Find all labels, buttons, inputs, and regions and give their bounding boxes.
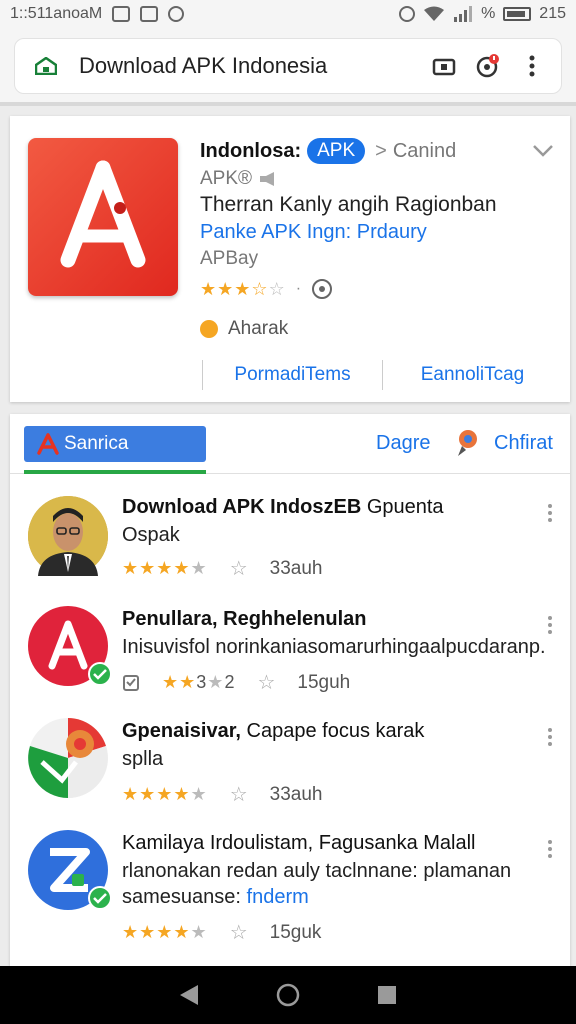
item-title: Penullara, Reghhelenulan bbox=[122, 608, 367, 630]
avatar[interactable] bbox=[28, 496, 108, 576]
chevron-down-icon[interactable] bbox=[532, 144, 554, 163]
battery-icon bbox=[503, 7, 532, 21]
item-meta: ★★★★★ ☆ 33auh bbox=[122, 782, 322, 807]
avatar[interactable] bbox=[28, 830, 112, 910]
app-category: APBay bbox=[200, 248, 259, 269]
update-alert-icon[interactable] bbox=[475, 53, 501, 79]
star-outline-icon[interactable]: ☆ bbox=[230, 920, 248, 945]
url-text[interactable]: Download APK Indonesia bbox=[79, 53, 327, 79]
app-title-row: Indonlosa: APK > Canind bbox=[200, 138, 456, 164]
tab-dagre[interactable]: Dagre bbox=[376, 432, 430, 455]
address-bar[interactable]: Download APK Indonesia bbox=[14, 38, 562, 94]
map-pin-icon bbox=[454, 428, 482, 463]
avatar[interactable] bbox=[28, 718, 108, 798]
app-logo[interactable] bbox=[28, 138, 178, 296]
rating-stars: ★★★★★ bbox=[122, 784, 208, 804]
item-meta: ★★3★2 ☆ 15guh bbox=[122, 670, 350, 695]
battery-level: 215 bbox=[539, 5, 566, 22]
app-developer-link[interactable]: Panke APK Ingn: Prdaury bbox=[200, 221, 427, 244]
download-count: 15guh bbox=[297, 671, 351, 693]
rating-stars: ★★★☆☆ bbox=[200, 278, 286, 299]
item-title: Gpenaisivar, Capape focus karak bbox=[122, 720, 425, 742]
item-meta: ★★★★★ ☆ 15guk bbox=[122, 920, 321, 945]
list-item[interactable]: Gpenaisivar, Capape focus karak splla ★★… bbox=[10, 710, 570, 822]
item-more-icon[interactable] bbox=[548, 840, 554, 858]
tab-chfirat[interactable]: Chfirat bbox=[494, 432, 553, 455]
status-bar: 1::511anoaM % 215 bbox=[0, 0, 576, 28]
megaphone-icon bbox=[260, 172, 275, 186]
rating-stars: ★★★★★ bbox=[122, 558, 208, 578]
more-menu-icon[interactable] bbox=[519, 53, 545, 79]
apk-badge[interactable]: APK bbox=[307, 138, 366, 164]
wifi-icon bbox=[424, 6, 445, 21]
back-icon[interactable] bbox=[178, 983, 200, 1007]
chevron-right-icon: > bbox=[375, 139, 387, 162]
app-subtitle: APK® bbox=[200, 168, 253, 189]
notification-icon bbox=[112, 6, 131, 22]
app-description: Therran Kanly angih Ragionban bbox=[200, 193, 497, 216]
app-rating: ★★★☆☆ · bbox=[200, 278, 333, 300]
star-outline-icon[interactable]: ☆ bbox=[257, 670, 275, 695]
signal-icon bbox=[454, 6, 473, 22]
link-right[interactable]: EannoliTcag bbox=[383, 364, 562, 386]
item-subtitle: splla bbox=[122, 748, 164, 770]
item-subtitle: Ospak bbox=[122, 524, 180, 546]
item-more-icon[interactable] bbox=[548, 616, 554, 634]
download-count: 33auh bbox=[269, 557, 323, 579]
home-icon[interactable] bbox=[275, 982, 301, 1008]
link-left[interactable]: PormadiTems bbox=[203, 364, 382, 386]
avatar[interactable] bbox=[28, 606, 112, 686]
featured-app-card[interactable]: Indonlosa: APK > Canind APK® Therran Kan… bbox=[10, 116, 570, 402]
photo-notification-icon bbox=[140, 6, 159, 22]
tab-sanrica[interactable]: Sanrica bbox=[24, 426, 206, 462]
alarm-icon bbox=[399, 6, 416, 22]
star-outline-icon[interactable]: ☆ bbox=[230, 782, 248, 807]
app-subtitle-row: APK® bbox=[200, 168, 278, 190]
list-item[interactable]: Penullara, Reghhelenulan Inisuvisfol nor… bbox=[10, 598, 570, 710]
download-count: 15guk bbox=[269, 921, 322, 943]
item-more-icon[interactable] bbox=[548, 728, 554, 746]
rating-stars: ★★3★2 bbox=[162, 672, 236, 692]
app-status: Aharak bbox=[200, 318, 288, 340]
secure-lock-icon bbox=[35, 57, 57, 75]
recents-icon[interactable] bbox=[376, 984, 398, 1006]
star-outline-icon[interactable]: ☆ bbox=[230, 556, 248, 581]
item-subtitle-2: samesuanse: fnderm bbox=[122, 886, 309, 908]
item-title: Download APK IndoszEB Gpuenta bbox=[122, 496, 444, 518]
browser-toolbar: Download APK Indonesia bbox=[0, 28, 576, 106]
item-link[interactable]: fnderm bbox=[247, 886, 309, 908]
status-text: Aharak bbox=[228, 318, 289, 339]
tab-bar: Sanrica Dagre Chfirat bbox=[10, 414, 570, 474]
item-subtitle: Inisuvisfol norinkaniasomarurhingaalpucd… bbox=[122, 636, 546, 658]
app-title: Indonlosa: bbox=[200, 139, 302, 162]
verified-check-icon bbox=[88, 662, 112, 686]
active-tab-indicator bbox=[24, 470, 206, 474]
list-item[interactable]: Kamilaya Irdoulistam, Fagusanka Malall r… bbox=[10, 822, 570, 962]
breadcrumb[interactable]: Canind bbox=[393, 140, 456, 163]
status-percent: % bbox=[481, 5, 496, 22]
item-meta: ★★★★★ ☆ 33auh bbox=[122, 556, 322, 581]
card-links: PormadiTems EannoliTcag bbox=[202, 360, 562, 390]
system-nav-bar bbox=[0, 966, 576, 1024]
item-more-icon[interactable] bbox=[548, 504, 554, 522]
rating-stars: ★★★★★ bbox=[122, 922, 208, 942]
sync-icon bbox=[168, 6, 185, 22]
app-list-panel: Sanrica Dagre Chfirat Download APK Indos… bbox=[10, 414, 570, 966]
tab-label: Sanrica bbox=[64, 433, 129, 454]
tab-switcher-icon[interactable] bbox=[431, 53, 457, 79]
shield-check-icon bbox=[123, 674, 139, 691]
info-icon[interactable] bbox=[311, 278, 333, 300]
app-logo-icon bbox=[36, 433, 60, 461]
list-item[interactable]: Download APK IndoszEB Gpuenta Ospak ★★★★… bbox=[10, 486, 570, 598]
download-count: 33auh bbox=[269, 783, 323, 805]
item-subtitle: rlanonakan redan auly taclnnane: plamana… bbox=[122, 860, 512, 882]
item-title: Kamilaya Irdoulistam, Fagusanka Malall bbox=[122, 832, 476, 854]
status-time: 1::511anoaM bbox=[10, 5, 103, 22]
status-dot-icon bbox=[200, 320, 218, 338]
verified-check-icon bbox=[88, 886, 112, 910]
separator-dot: · bbox=[295, 280, 302, 297]
